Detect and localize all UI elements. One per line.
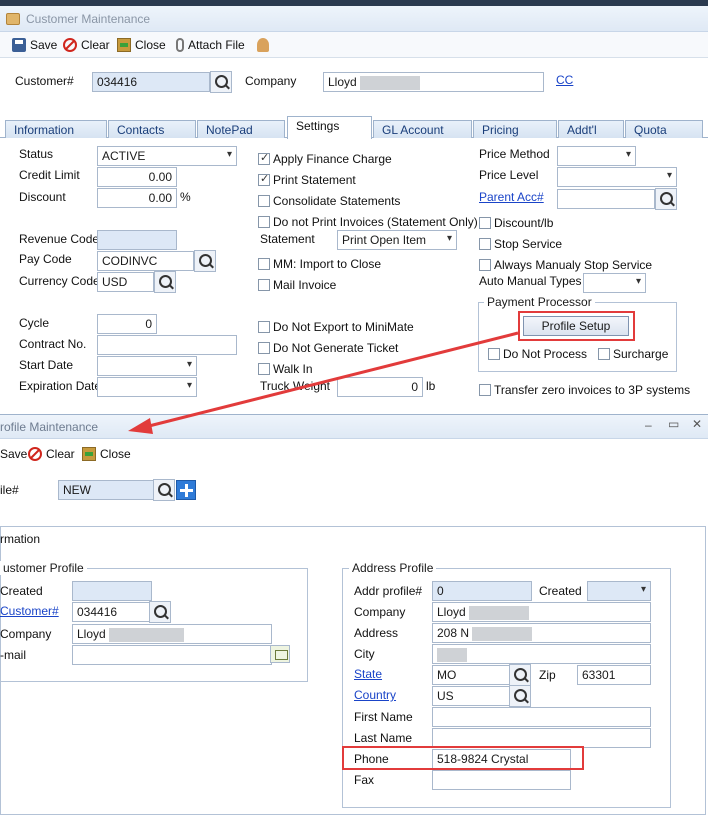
arrow-head bbox=[128, 418, 153, 434]
arrow-line bbox=[144, 331, 519, 429]
annotation-arrow bbox=[128, 331, 519, 434]
